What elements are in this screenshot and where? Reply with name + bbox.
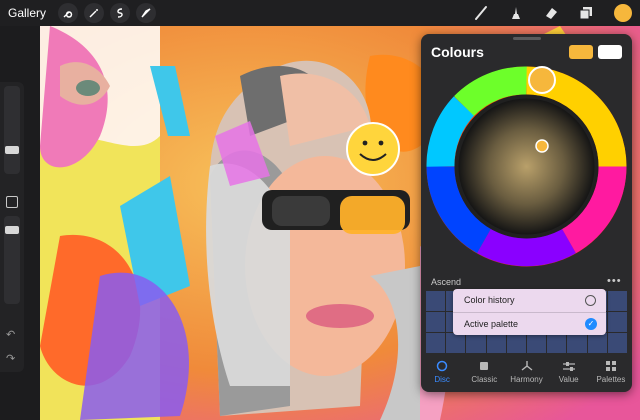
tab-value[interactable]: Value	[548, 354, 590, 392]
colours-panel: Colours Ascend ••• Disc Classic Harmony …	[421, 34, 632, 392]
tab-label: Harmony	[510, 375, 543, 384]
saturation-picker-knob[interactable]	[535, 139, 549, 153]
redo-icon[interactable]: ↷	[6, 352, 15, 365]
panel-drag-handle[interactable]	[513, 37, 541, 40]
palette-swatch[interactable]	[506, 333, 526, 353]
actions-wrench-icon[interactable]	[58, 3, 79, 23]
left-sidebar: ↶ ↷	[0, 82, 24, 372]
palette-swatch[interactable]	[426, 312, 446, 332]
top-toolbar: Gallery	[0, 0, 640, 26]
palette-source-menu: Color history Active palette ✓	[453, 289, 606, 335]
gallery-button[interactable]: Gallery	[8, 6, 46, 20]
disc-icon	[436, 360, 448, 372]
primary-color-swatch[interactable]	[569, 45, 593, 59]
palette-swatch[interactable]	[587, 333, 607, 353]
brush-icon[interactable]	[472, 4, 490, 22]
tab-label: Value	[558, 375, 579, 384]
menu-item-active-palette[interactable]: Active palette ✓	[453, 313, 606, 336]
panel-title: Colours	[431, 44, 484, 60]
square-icon[interactable]	[6, 196, 18, 208]
palette-swatch[interactable]	[607, 312, 627, 332]
tab-label: Classic	[471, 375, 498, 384]
palette-swatch[interactable]	[527, 333, 547, 353]
menu-item-label: Active palette	[464, 319, 519, 329]
tab-classic[interactable]: Classic	[463, 354, 505, 392]
secondary-color-swatch[interactable]	[598, 45, 622, 59]
classic-square-icon	[480, 362, 489, 370]
toolbar-right-group	[472, 0, 632, 26]
harmony-icon	[521, 361, 532, 371]
brush-size-thumb[interactable]	[5, 146, 19, 154]
palette-swatch[interactable]	[547, 333, 567, 353]
menu-item-label: Color history	[464, 295, 515, 305]
selection-icon[interactable]	[110, 3, 131, 23]
hue-picker-knob[interactable]	[528, 66, 556, 94]
palette-swatch[interactable]	[607, 291, 627, 311]
value-sliders-icon	[562, 362, 575, 371]
opacity-slider[interactable]	[4, 216, 20, 304]
palette-swatch[interactable]	[486, 333, 506, 353]
adjustments-wand-icon[interactable]	[84, 3, 105, 23]
more-options-icon[interactable]: •••	[607, 275, 622, 287]
palettes-grid-icon	[605, 361, 616, 371]
palette-swatch[interactable]	[466, 333, 486, 353]
checkmark-icon[interactable]: ✓	[585, 318, 597, 330]
colour-mode-tabs: Disc Classic Harmony Value Palettes	[421, 354, 632, 392]
opacity-thumb[interactable]	[5, 226, 19, 234]
smudge-icon[interactable]	[507, 4, 525, 22]
palette-swatch[interactable]	[607, 333, 627, 353]
radio-unselected-icon[interactable]	[585, 295, 596, 306]
tab-palettes[interactable]: Palettes	[590, 354, 632, 392]
tab-label: Palettes	[596, 375, 626, 384]
color-disc[interactable]	[424, 64, 629, 269]
palette-swatch[interactable]	[426, 291, 446, 311]
current-color-swatch[interactable]	[614, 4, 632, 22]
menu-item-color-history[interactable]: Color history	[453, 289, 606, 312]
palette-swatch[interactable]	[446, 333, 466, 353]
layers-icon[interactable]	[577, 4, 595, 22]
palette-swatch[interactable]	[426, 333, 446, 353]
transform-arrow-icon[interactable]	[136, 3, 157, 23]
eraser-icon[interactable]	[542, 4, 560, 22]
undo-icon[interactable]: ↶	[6, 328, 15, 341]
tab-label: Disc	[434, 375, 450, 384]
palette-swatch[interactable]	[567, 333, 587, 353]
toolbar-left-group: Gallery	[8, 0, 157, 26]
brush-size-slider[interactable]	[4, 86, 20, 174]
tab-harmony[interactable]: Harmony	[505, 354, 547, 392]
palette-name: Ascend	[431, 277, 462, 287]
tab-disc[interactable]: Disc	[421, 354, 463, 392]
